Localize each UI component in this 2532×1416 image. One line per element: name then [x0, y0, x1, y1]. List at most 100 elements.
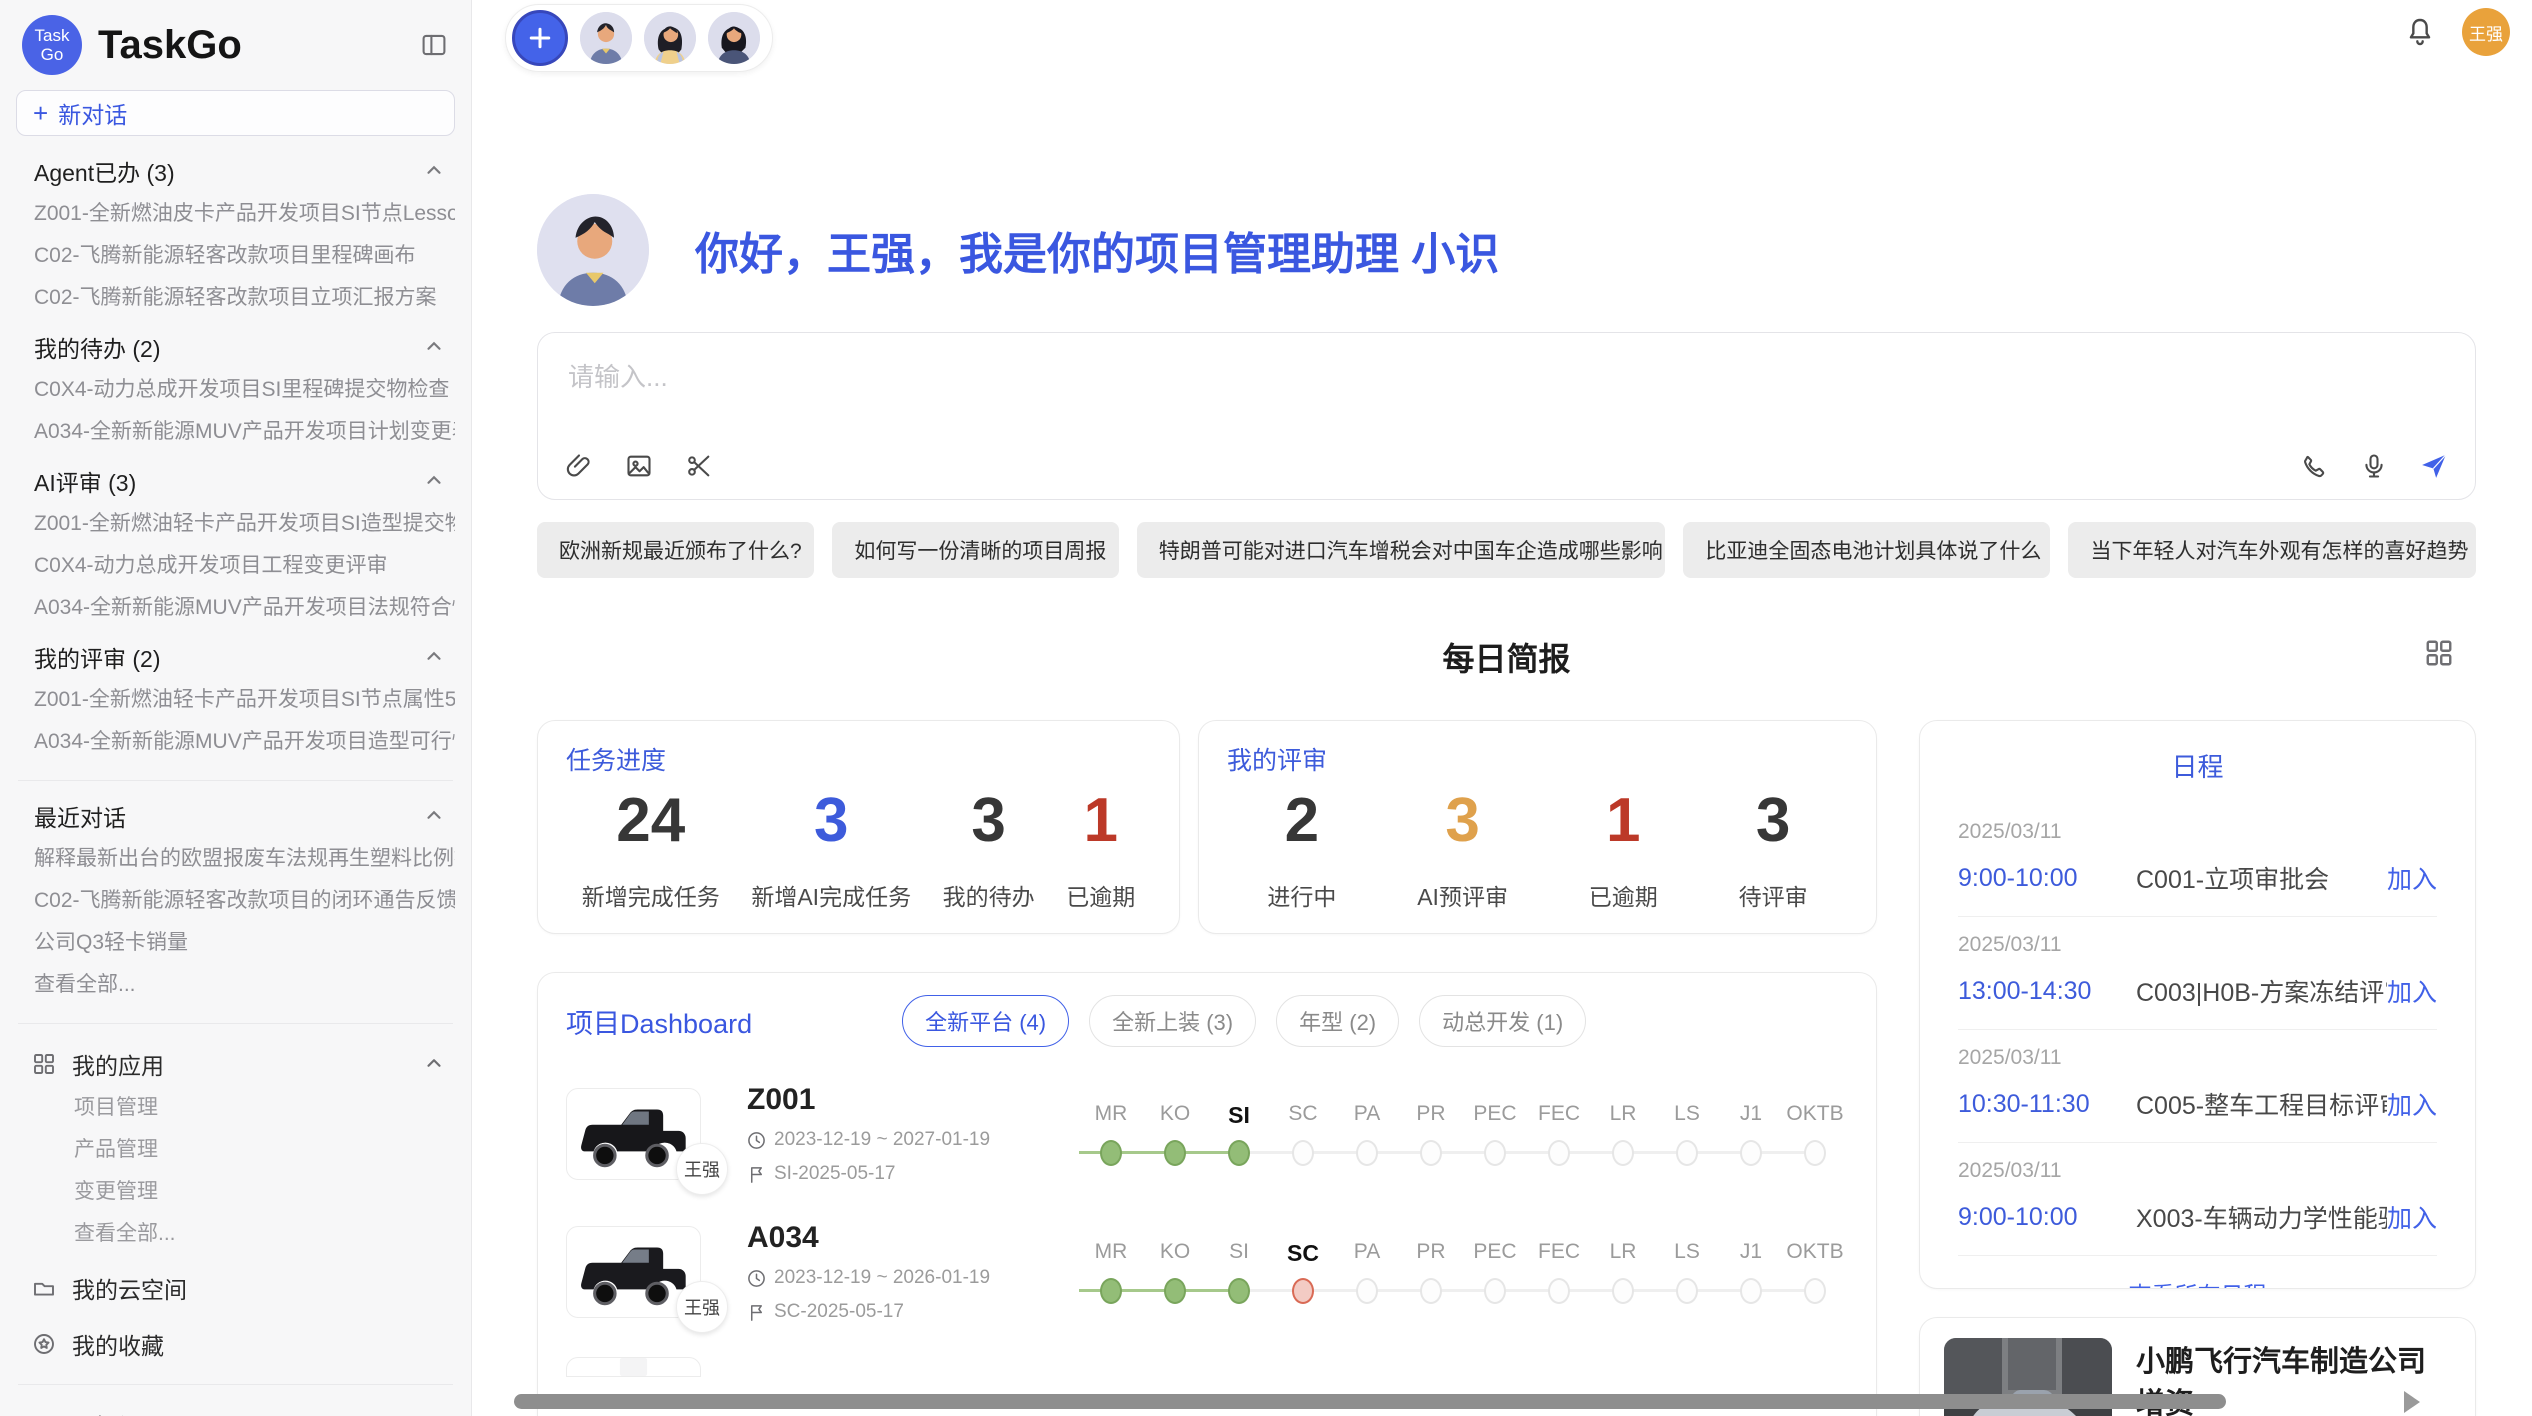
milestone-label: KO [1160, 1240, 1190, 1266]
sidebar-item-favorites[interactable]: 我的收藏 [16, 1328, 455, 1360]
task-progress-title: 任务进度 [566, 741, 1151, 777]
dashboard-tab[interactable]: 全新上装 (3) [1089, 995, 1256, 1047]
suggestion-chip[interactable]: 欧洲新规最近颁布了什么? [537, 522, 814, 578]
milestone: PEC [1463, 1102, 1527, 1166]
event-name: C003|H0B-方案冻结评审 [2136, 973, 2387, 1009]
join-button[interactable]: 加入 [2387, 973, 2437, 1009]
task-progress-card: 任务进度 24新增完成任务3新增AI完成任务3我的待办1已逾期 [537, 720, 1180, 934]
sidebar-item[interactable]: A034-全新新能源MUV产品开发项目计划变更表编写 [16, 418, 455, 446]
sidebar-item[interactable]: C02-飞腾新能源轻客改款项目立项汇报方案 [16, 284, 455, 312]
event-name: X003-车辆动力学性能验... [2136, 1199, 2387, 1235]
sidebar-item[interactable]: A034-全新新能源MUV产品开发项目造型可行性评审 [16, 728, 455, 756]
sidebar-item-project-mgmt[interactable]: 项目管理 [16, 1094, 455, 1122]
project-owner-badge: 王强 [676, 1143, 728, 1195]
milestone-label: SC [1288, 1102, 1317, 1128]
milestone-dot [1484, 1278, 1506, 1304]
dashboard-tab[interactable]: 全新平台 (4) [902, 995, 1069, 1047]
chat-input[interactable] [538, 333, 2475, 429]
flag-icon [747, 1303, 766, 1322]
add-contact-button[interactable] [512, 10, 568, 66]
sidebar-item[interactable]: C0X4-动力总成开发项目工程变更评审 [16, 552, 455, 580]
event-date: 2025/03/11 [1958, 1159, 2437, 1183]
apps-grid-icon [32, 1052, 56, 1076]
layout-grid-icon[interactable] [2424, 638, 2454, 668]
image-icon[interactable] [624, 451, 654, 481]
milestone: PA [1335, 1240, 1399, 1304]
join-button[interactable]: 加入 [2387, 1086, 2437, 1122]
join-button[interactable]: 加入 [2387, 1199, 2437, 1235]
sidebar-item[interactable]: 查看全部... [16, 971, 455, 999]
sidebar-sections: Agent已办 (3) Z001-全新燃油皮卡产品开发项目SI节点Lesson L… [16, 156, 455, 999]
sidebar-section-header[interactable]: 我的评审 (2) [16, 642, 455, 672]
new-chat-button[interactable]: + 新对话 [16, 90, 455, 136]
sidebar-item[interactable]: Z001-全新燃油轻卡产品开发项目SI节点属性5D文件评审 [16, 686, 455, 714]
dashboard-title: 项目Dashboard [566, 1002, 752, 1041]
suggestion-chip[interactable]: 当下年轻人对汽车外观有怎样的喜好趋势 [2068, 522, 2476, 578]
dashboard-tabs: 全新平台 (4) 全新上装 (3) 年型 (2) 动总开发 (1) [902, 995, 1586, 1047]
sidebar-item[interactable]: 公司Q3轻卡销量 [16, 929, 455, 957]
contact-avatar[interactable] [580, 12, 632, 64]
event-name: C001-立项审批会 [2136, 860, 2387, 896]
horizontal-scrollbar[interactable] [514, 1394, 2226, 1409]
project-row-z001[interactable]: 王强 Z001 2023-12-19 ~ 2027-01-19 SI-2025-… [566, 1083, 1848, 1185]
project-code: Z001 [747, 1083, 1007, 1117]
stat-label: 我的待办 [943, 878, 1035, 912]
suggestion-chip[interactable]: 如何写一份清晰的项目周报 [832, 522, 1118, 578]
sidebar-item[interactable]: 解释最新出台的欧盟报废车法规再生塑料比例被调至15%... [16, 845, 455, 873]
microphone-icon[interactable] [2359, 451, 2389, 481]
attachment-icon[interactable] [564, 451, 594, 481]
milestone-dot [1100, 1278, 1122, 1304]
sidebar-item-cloud-space[interactable]: 我的云空间 [16, 1272, 455, 1304]
sidebar-item-change-mgmt[interactable]: 变更管理 [16, 1178, 455, 1206]
schedule-event: 2025/03/119:00-10:00X003-车辆动力学性能验...加入 [1958, 1143, 2437, 1256]
project-row-a034[interactable]: 王强 A034 2023-12-19 ~ 2026-01-19 SC-2025-… [566, 1221, 1848, 1323]
sidebar-item[interactable]: C02-飞腾新能源轻客改款项目的闭环通告反馈情况 [16, 887, 455, 915]
join-button[interactable]: 加入 [2387, 860, 2437, 896]
dashboard-tab[interactable]: 动总开发 (1) [1419, 995, 1586, 1047]
suggestion-chip[interactable]: 比亚迪全固态电池计划具体说了什么 [1683, 522, 2050, 578]
clock-icon [747, 1269, 766, 1288]
sidebar-section-header[interactable]: 最近对话 [16, 801, 455, 831]
composer-right-icons [2299, 451, 2449, 481]
send-icon[interactable] [2419, 451, 2449, 481]
phone-icon[interactable] [2299, 451, 2329, 481]
contact-avatar[interactable] [644, 12, 696, 64]
sidebar-item[interactable]: C0X4-动力总成开发项目SI里程碑提交物检查 [16, 376, 455, 404]
sidebar-item[interactable]: C02-飞腾新能源轻客改款项目里程碑画布 [16, 242, 455, 270]
project-owner-badge: 王强 [676, 1281, 728, 1333]
suggestion-chip[interactable]: 特朗普可能对进口汽车增税会对中国车企造成哪些影响 [1137, 522, 1666, 578]
stat-value: 3 [751, 785, 911, 856]
contact-avatar[interactable] [708, 12, 760, 64]
sidebar-collapse-icon[interactable] [417, 28, 451, 62]
milestone-dot [1164, 1140, 1186, 1166]
dashboard-tab[interactable]: 年型 (2) [1276, 995, 1399, 1047]
sidebar-item-product-mgmt[interactable]: 产品管理 [16, 1136, 455, 1164]
divider [18, 780, 453, 781]
stat-value: 3 [1739, 785, 1808, 856]
event-row: 13:00-14:30C003|H0B-方案冻结评审加入 [1958, 973, 2437, 1009]
sidebar-item-my-apps[interactable]: 我的应用 [16, 1048, 455, 1080]
sidebar-header: Task Go TaskGo [16, 12, 455, 78]
view-all-schedule-link[interactable]: 查看所有日程 [1958, 1276, 2437, 1289]
stat: 3AI预评审 [1417, 785, 1508, 912]
sidebar-item[interactable]: A034-全新新能源MUV产品开发项目法规符合性评审 [16, 594, 455, 622]
project-image: 王强 [566, 1088, 701, 1180]
stat-label: 待评审 [1739, 878, 1808, 912]
cloud-space-icon [32, 1276, 56, 1300]
milestone-label: OKTB [1786, 1240, 1843, 1266]
sidebar-item[interactable]: Z001-全新燃油皮卡产品开发项目SI节点Lesson Learn报告 [16, 200, 455, 228]
sidebar-item-ai-employee[interactable]: AI超级员工 [16, 1409, 455, 1416]
sidebar-item-view-all-apps[interactable]: 查看全部... [16, 1220, 455, 1248]
notification-bell-icon[interactable] [2404, 16, 2436, 48]
sidebar-section-header[interactable]: AI评审 (3) [16, 466, 455, 496]
sidebar-section-header[interactable]: 我的待办 (2) [16, 332, 455, 362]
star-badge-icon [32, 1332, 56, 1356]
scissors-icon[interactable] [684, 451, 714, 481]
sidebar-item[interactable]: Z001-全新燃油轻卡产品开发项目SI造型提交物评审 [16, 510, 455, 538]
project-dashboard-card: 项目Dashboard 全新平台 (4) 全新上装 (3) 年型 (2) 动总开发 (… [537, 972, 1877, 1416]
user-avatar[interactable]: 王强 [2462, 8, 2510, 56]
sidebar-section-header[interactable]: Agent已办 (3) [16, 156, 455, 186]
scroll-right-arrow[interactable] [2404, 1391, 2420, 1413]
milestone-label: LS [1674, 1240, 1700, 1266]
milestone: J1 [1719, 1102, 1783, 1166]
